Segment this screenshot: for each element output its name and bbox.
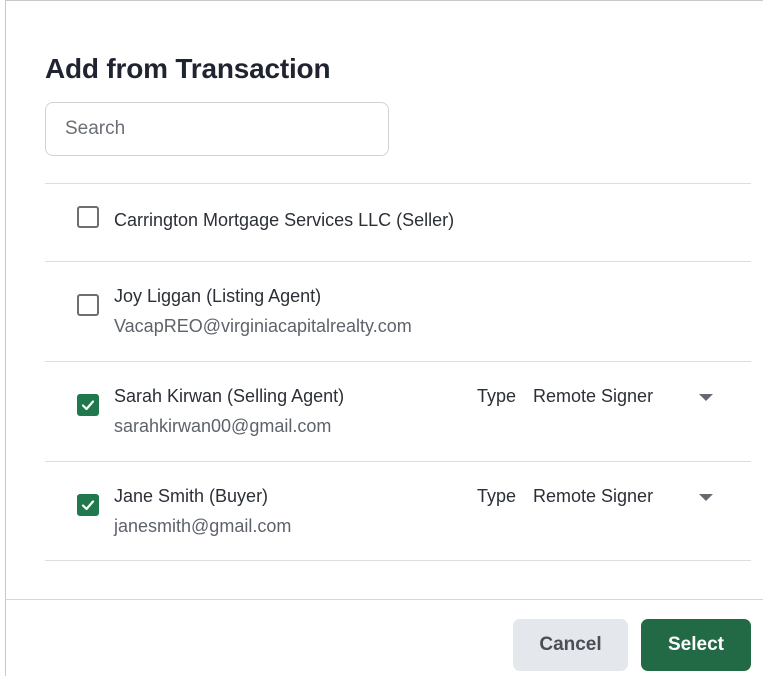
participant-name: Joy Liggan (Listing Agent): [114, 286, 322, 306]
participant-name: Jane Smith (Buyer): [114, 486, 269, 506]
signer-type-dropdown[interactable]: Remote Signer: [533, 486, 723, 510]
signer-type-label: Type: [477, 486, 517, 506]
add-from-transaction-dialog: Add from Transaction Carrington Mortgage…: [5, 0, 763, 676]
participant-email: sarahkirwan00@gmail.com: [114, 416, 332, 436]
signer-type-label: Type: [477, 386, 517, 406]
participant-row-seller[interactable]: Carrington Mortgage Services LLC (Seller…: [45, 183, 751, 261]
select-button[interactable]: Select: [641, 619, 751, 671]
participant-email: VacapREO@virginiacapitalrealty.com: [114, 316, 412, 336]
participant-email: janesmith@gmail.com: [114, 516, 292, 536]
search-input[interactable]: [45, 102, 389, 156]
dialog-title: Add from Transaction: [45, 53, 331, 84]
footer-divider: [6, 599, 763, 600]
checkmark-icon: [81, 400, 95, 411]
signer-type-value: Remote Signer: [533, 486, 654, 506]
caret-down-icon: [699, 494, 713, 501]
participant-row-buyer[interactable]: Jane Smith (Buyer) janesmith@gmail.com T…: [45, 461, 751, 561]
caret-down-icon: [699, 394, 713, 401]
participant-checkbox[interactable]: [77, 294, 99, 316]
participant-list: Carrington Mortgage Services LLC (Seller…: [45, 183, 751, 561]
checkmark-icon: [81, 500, 95, 511]
participant-row-listing-agent[interactable]: Joy Liggan (Listing Agent) VacapREO@virg…: [45, 261, 751, 361]
participant-row-selling-agent[interactable]: Sarah Kirwan (Selling Agent) sarahkirwan…: [45, 361, 751, 461]
participant-name: Carrington Mortgage Services LLC (Seller…: [114, 210, 455, 230]
participant-checkbox[interactable]: [77, 394, 99, 416]
cancel-button[interactable]: Cancel: [513, 619, 628, 671]
participant-name: Sarah Kirwan (Selling Agent): [114, 386, 345, 406]
signer-type-value: Remote Signer: [533, 386, 654, 406]
signer-type-dropdown[interactable]: Remote Signer: [533, 386, 723, 410]
participant-checkbox[interactable]: [77, 206, 99, 228]
participant-checkbox[interactable]: [77, 494, 99, 516]
